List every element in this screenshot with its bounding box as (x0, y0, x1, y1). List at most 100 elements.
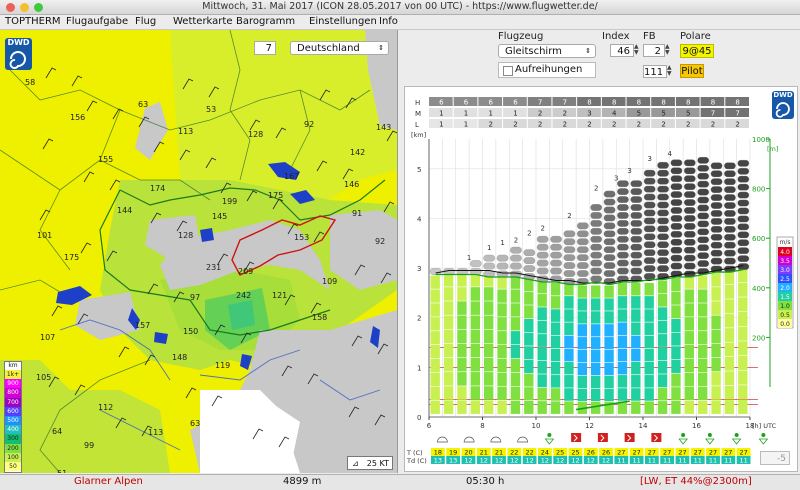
cloud-tower-segment (617, 259, 629, 267)
thermal-segment (537, 334, 547, 347)
temp-Td-value: 12 (480, 457, 488, 465)
thermal-segment (711, 287, 721, 301)
vario-legend-label: 1.0 (780, 303, 790, 310)
x-tick-label: 16 (692, 422, 701, 430)
thermal-segment (671, 359, 681, 373)
fb-field[interactable]: 2 (643, 44, 665, 57)
cloud-tower-segment (510, 262, 522, 270)
cloud-number-label: 4 (668, 150, 673, 158)
x-tick-label: 10 (532, 422, 541, 430)
cloud-tower-segment (697, 188, 710, 196)
menu-info[interactable]: Info (379, 15, 398, 29)
thermal-segment (684, 372, 694, 387)
cloud-tower-segment (710, 162, 723, 170)
cloud-tower-segment (670, 246, 683, 254)
offset-spinner[interactable]: -5 (760, 451, 790, 465)
cloud-tower-segment (603, 254, 616, 261)
thermal-segment (457, 386, 467, 400)
cloud-tower-segment (643, 185, 656, 193)
thermal-segment (537, 347, 547, 361)
map-height-value: 157 (135, 321, 150, 330)
thermal-segment (631, 388, 641, 401)
fb-stepper[interactable]: ▲ ▼ (665, 44, 672, 57)
cloud-number-label: 3 (614, 175, 618, 183)
height-legend-entry: 600 (5, 406, 21, 416)
weather-rain-icon (734, 433, 739, 437)
menu-wetterkarte[interactable]: Wetterkarte (173, 15, 233, 29)
menu-flug[interactable]: Flug (135, 15, 156, 29)
chevron-updown-icon: ⇕ (585, 47, 591, 55)
cloud-tower-segment (563, 238, 576, 246)
cloud-tower-segment (483, 262, 496, 270)
index-stepper[interactable]: ▲ ▼ (634, 44, 641, 57)
aufreihungen-checkbox-group[interactable]: Aufreihungen (498, 62, 596, 78)
temp-Td-value: 12 (602, 457, 610, 465)
pilot-stepper[interactable]: ▲ ▼ (667, 65, 674, 78)
thermal-segment (564, 322, 574, 335)
weather-map[interactable]: 58 156 155 101 63 53 113 128 92 142 143 174 144 128 91… (0, 30, 398, 473)
thermal-segment (698, 386, 708, 401)
thermal-segment (510, 303, 521, 317)
thermal-segment (724, 356, 735, 371)
menu-barogramm[interactable]: Barogramm (236, 15, 295, 29)
window-title: Mittwoch, 31. Mai 2017 (ICON 28.05.2017 … (202, 1, 598, 12)
region-select[interactable]: Deutschland ⇕ (290, 41, 389, 55)
map-height-value: 146 (344, 180, 359, 189)
menu-einstellungen[interactable]: Einstellungen (309, 15, 377, 29)
thermal-segment (711, 400, 721, 414)
cloud-tower-segment (603, 238, 616, 246)
index-field[interactable]: 46 (610, 44, 634, 57)
map-height-value: 53 (206, 105, 216, 114)
map-height-value: 174 (150, 184, 165, 193)
map-height-value: 175 (268, 191, 283, 200)
map-height-value: 167 (284, 172, 299, 181)
pilot-number-field[interactable]: 111 (643, 65, 667, 78)
thermal-segment (497, 303, 507, 317)
pilot-button[interactable]: Pilot (680, 64, 704, 78)
cloud-tower-segment (617, 243, 629, 251)
meteogram-chart[interactable]: H6666778888888M1111223455577L11222222222… (404, 86, 798, 472)
cloud-tower-segment (670, 207, 683, 214)
aircraft-select[interactable]: Gleitschirm ⇕ (498, 44, 596, 58)
thermal-segment (657, 360, 668, 374)
thermal-segment (657, 320, 668, 334)
cloud-row-label: M (415, 110, 421, 118)
menu-topthem[interactable]: TOPTHERM (5, 15, 61, 29)
aufreihungen-checkbox[interactable] (503, 66, 513, 76)
cloud-tower-segment (683, 254, 696, 262)
cloud-tower-segment (683, 238, 696, 246)
thermal-segment (644, 296, 654, 309)
cloud-tower-segment (550, 251, 562, 259)
cloud-tower-segment (697, 172, 710, 180)
cloud-tower-segment (657, 209, 669, 217)
cloud-cover-value: 2 (637, 121, 641, 129)
cloud-row-label: H (415, 99, 420, 107)
thermal-segment (550, 322, 561, 335)
cloud-tower-segment (603, 222, 616, 230)
map-height-value: 145 (212, 212, 227, 221)
status-bar: Glarner Alpen 4899 m 05:30 h [LW, ET 44%… (0, 474, 800, 490)
cloud-tower-segment (563, 246, 576, 254)
vario-legend-label: 0.0 (780, 321, 790, 328)
cloud-tower-segment (670, 223, 683, 230)
menu-flugaufgabe[interactable]: Flugaufgabe (66, 15, 128, 29)
cloud-tower-segment (630, 235, 643, 243)
cloud-tower-segment (643, 265, 656, 272)
cloud-tower-segment (670, 183, 683, 191)
thermal-segment (591, 388, 601, 402)
map-height-value: 144 (117, 206, 132, 215)
map-zoom-field[interactable]: 7 (254, 41, 276, 55)
thermal-segment (564, 335, 574, 349)
cloud-tower-segment (697, 204, 710, 212)
thermal-segment (443, 400, 454, 414)
thermal-segment (524, 305, 534, 319)
thermal-segment (470, 372, 480, 386)
cloud-cover-value: 8 (661, 99, 665, 107)
cloud-tower-segment (657, 241, 669, 249)
temp-Td-value: 13 (449, 457, 457, 465)
thermal-segment (698, 317, 708, 331)
polare-field[interactable]: 9@45 (680, 44, 714, 58)
cloud-cover-value: 2 (587, 121, 591, 129)
cloud-tower-segment (536, 243, 549, 251)
height-legend-entry: 50 (5, 461, 21, 472)
